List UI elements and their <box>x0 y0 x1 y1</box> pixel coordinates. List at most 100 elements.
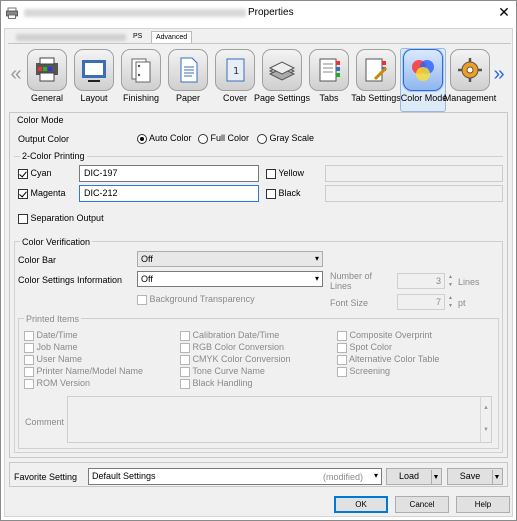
cyan-label: Cyan <box>30 168 52 178</box>
two-color-printing-label: 2-Color Printing <box>20 151 87 161</box>
magenta-option[interactable]: Magenta <box>18 188 66 199</box>
radio-gray-scale[interactable] <box>257 133 267 144</box>
separation-output-checkbox[interactable] <box>18 213 28 224</box>
color-verification-label: Color Verification <box>20 237 93 247</box>
tab-ps[interactable]: PS <box>131 31 144 42</box>
category-management[interactable]: Management <box>444 49 496 111</box>
magenta-ink-field[interactable]: DIC-212 <box>79 185 259 202</box>
separation-output-option[interactable]: Separation Output <box>18 213 104 224</box>
radio-auto-color[interactable] <box>137 133 147 144</box>
category-label: Management <box>443 93 497 103</box>
color-settings-info-value: Off <box>141 274 153 284</box>
finishing-icon <box>121 49 161 91</box>
favorite-setting-label: Favorite Setting <box>14 472 78 482</box>
color-bar-label: Color Bar <box>18 255 57 265</box>
window-title: Properties <box>248 7 294 18</box>
printed-items-label: Printed Items <box>24 314 82 324</box>
yellow-checkbox[interactable] <box>266 168 276 179</box>
printed-items-col1: Date/Time Job Name User Name Printer Nam… <box>24 329 143 389</box>
lines-unit: Lines <box>458 277 480 287</box>
chevron-down-icon[interactable]: ▼ <box>431 470 440 485</box>
output-full-color[interactable]: Full Color <box>198 133 249 144</box>
yellow-label: Yellow <box>278 168 305 178</box>
scroll-right-icon[interactable]: » <box>492 64 506 84</box>
printed-item[interactable]: User Name <box>24 353 143 365</box>
window-title-redacted <box>24 9 246 17</box>
printed-item[interactable]: Date/Time <box>24 329 143 341</box>
help-button[interactable]: Help <box>456 496 510 513</box>
save-label: Save <box>459 471 481 481</box>
black-ink-field[interactable] <box>325 185 503 202</box>
load-label: Load <box>398 471 420 481</box>
full-color-label: Full Color <box>210 133 250 143</box>
output-gray-scale[interactable]: Gray Scale <box>257 133 314 144</box>
font-size-unit: pt <box>458 298 466 308</box>
layout-icon <box>74 49 114 91</box>
comment-scrollbar[interactable]: ▲ ▼ <box>480 397 491 442</box>
tabs-icon <box>309 49 349 91</box>
background-transparency-option[interactable]: Background Transparency <box>137 294 255 305</box>
yellow-option[interactable]: Yellow <box>266 168 304 179</box>
black-option[interactable]: Black <box>266 188 301 199</box>
cyan-ink-field[interactable]: DIC-197 <box>79 165 259 182</box>
printed-item[interactable]: Black Handling <box>180 377 291 389</box>
scroll-left-icon[interactable]: « <box>9 64 23 84</box>
printed-item[interactable]: CMYK Color Conversion <box>180 353 291 365</box>
color-bar-select[interactable]: Off ▾ <box>137 251 323 267</box>
printed-item[interactable]: Screening <box>337 365 439 377</box>
printed-item[interactable]: Tone Curve Name <box>180 365 291 377</box>
cyan-checkbox[interactable] <box>18 168 28 179</box>
paper-icon <box>168 49 208 91</box>
background-transparency-checkbox[interactable] <box>137 294 147 305</box>
output-color-label: Output Color <box>18 134 70 144</box>
printed-items-col3: Composite Overprint Spot Color Alternati… <box>337 329 439 377</box>
cancel-button[interactable]: Cancel <box>395 496 449 513</box>
printed-item[interactable]: Composite Overprint <box>337 329 439 341</box>
ok-button[interactable]: OK <box>334 496 388 513</box>
font-size-field[interactable]: 7 <box>397 294 445 310</box>
separation-output-label: Separation Output <box>30 213 104 223</box>
printed-item[interactable]: Spot Color <box>337 341 439 353</box>
chevron-down-icon: ▾ <box>373 471 378 480</box>
font-size-spinner-icon[interactable]: ▲ ▼ <box>446 294 455 310</box>
save-button[interactable]: Save ▼ <box>447 468 503 485</box>
printed-items-col2: Calibration Date/Time RGB Color Conversi… <box>180 329 291 389</box>
lines-spinner-icon[interactable]: ▲ ▼ <box>446 273 455 289</box>
tab-redacted <box>16 34 126 41</box>
favorite-setting-value: Default Settings <box>92 471 156 481</box>
black-label: Black <box>278 188 301 198</box>
radio-full-color[interactable] <box>198 133 208 144</box>
black-checkbox[interactable] <box>266 188 276 199</box>
printed-item[interactable]: Alternative Color Table <box>337 353 439 365</box>
load-button[interactable]: Load ▼ <box>386 468 442 485</box>
comment-field[interactable] <box>67 396 492 443</box>
yellow-ink-field[interactable] <box>325 165 503 182</box>
printer-icon <box>6 7 18 19</box>
chevron-down-icon: ▾ <box>314 254 319 263</box>
printed-item[interactable]: Printer Name/Model Name <box>24 365 143 377</box>
printed-item[interactable]: Calibration Date/Time <box>180 329 291 341</box>
printed-item[interactable]: Job Name <box>24 341 143 353</box>
cover-icon: 1 <box>215 49 255 91</box>
output-auto-color[interactable]: Auto Color <box>137 133 192 144</box>
color-settings-info-label: Color Settings Information <box>18 275 123 285</box>
auto-color-label: Auto Color <box>149 133 192 143</box>
number-of-lines-field[interactable]: 3 <box>397 273 445 289</box>
chevron-down-icon: ▾ <box>314 274 319 283</box>
printed-item[interactable]: ROM Version <box>24 377 143 389</box>
color-bar-value: Off <box>141 254 153 264</box>
favorite-setting-select[interactable]: Default Settings (modified) ▾ <box>88 468 382 485</box>
chevron-down-icon[interactable]: ▼ <box>492 470 501 485</box>
background-transparency-label: Background Transparency <box>149 294 255 304</box>
tab-settings-icon <box>356 49 396 91</box>
tab-divider <box>8 43 511 44</box>
printed-item[interactable]: RGB Color Conversion <box>180 341 291 353</box>
magenta-checkbox[interactable] <box>18 188 28 199</box>
color-settings-info-select[interactable]: Off ▾ <box>137 271 323 287</box>
gray-scale-label: Gray Scale <box>269 133 315 143</box>
cyan-option[interactable]: Cyan <box>18 168 52 179</box>
general-icon <box>27 49 67 91</box>
svg-text:1: 1 <box>233 66 239 77</box>
close-icon[interactable]: ✕ <box>496 4 512 20</box>
favorite-setting-status: (modified) <box>322 472 363 482</box>
